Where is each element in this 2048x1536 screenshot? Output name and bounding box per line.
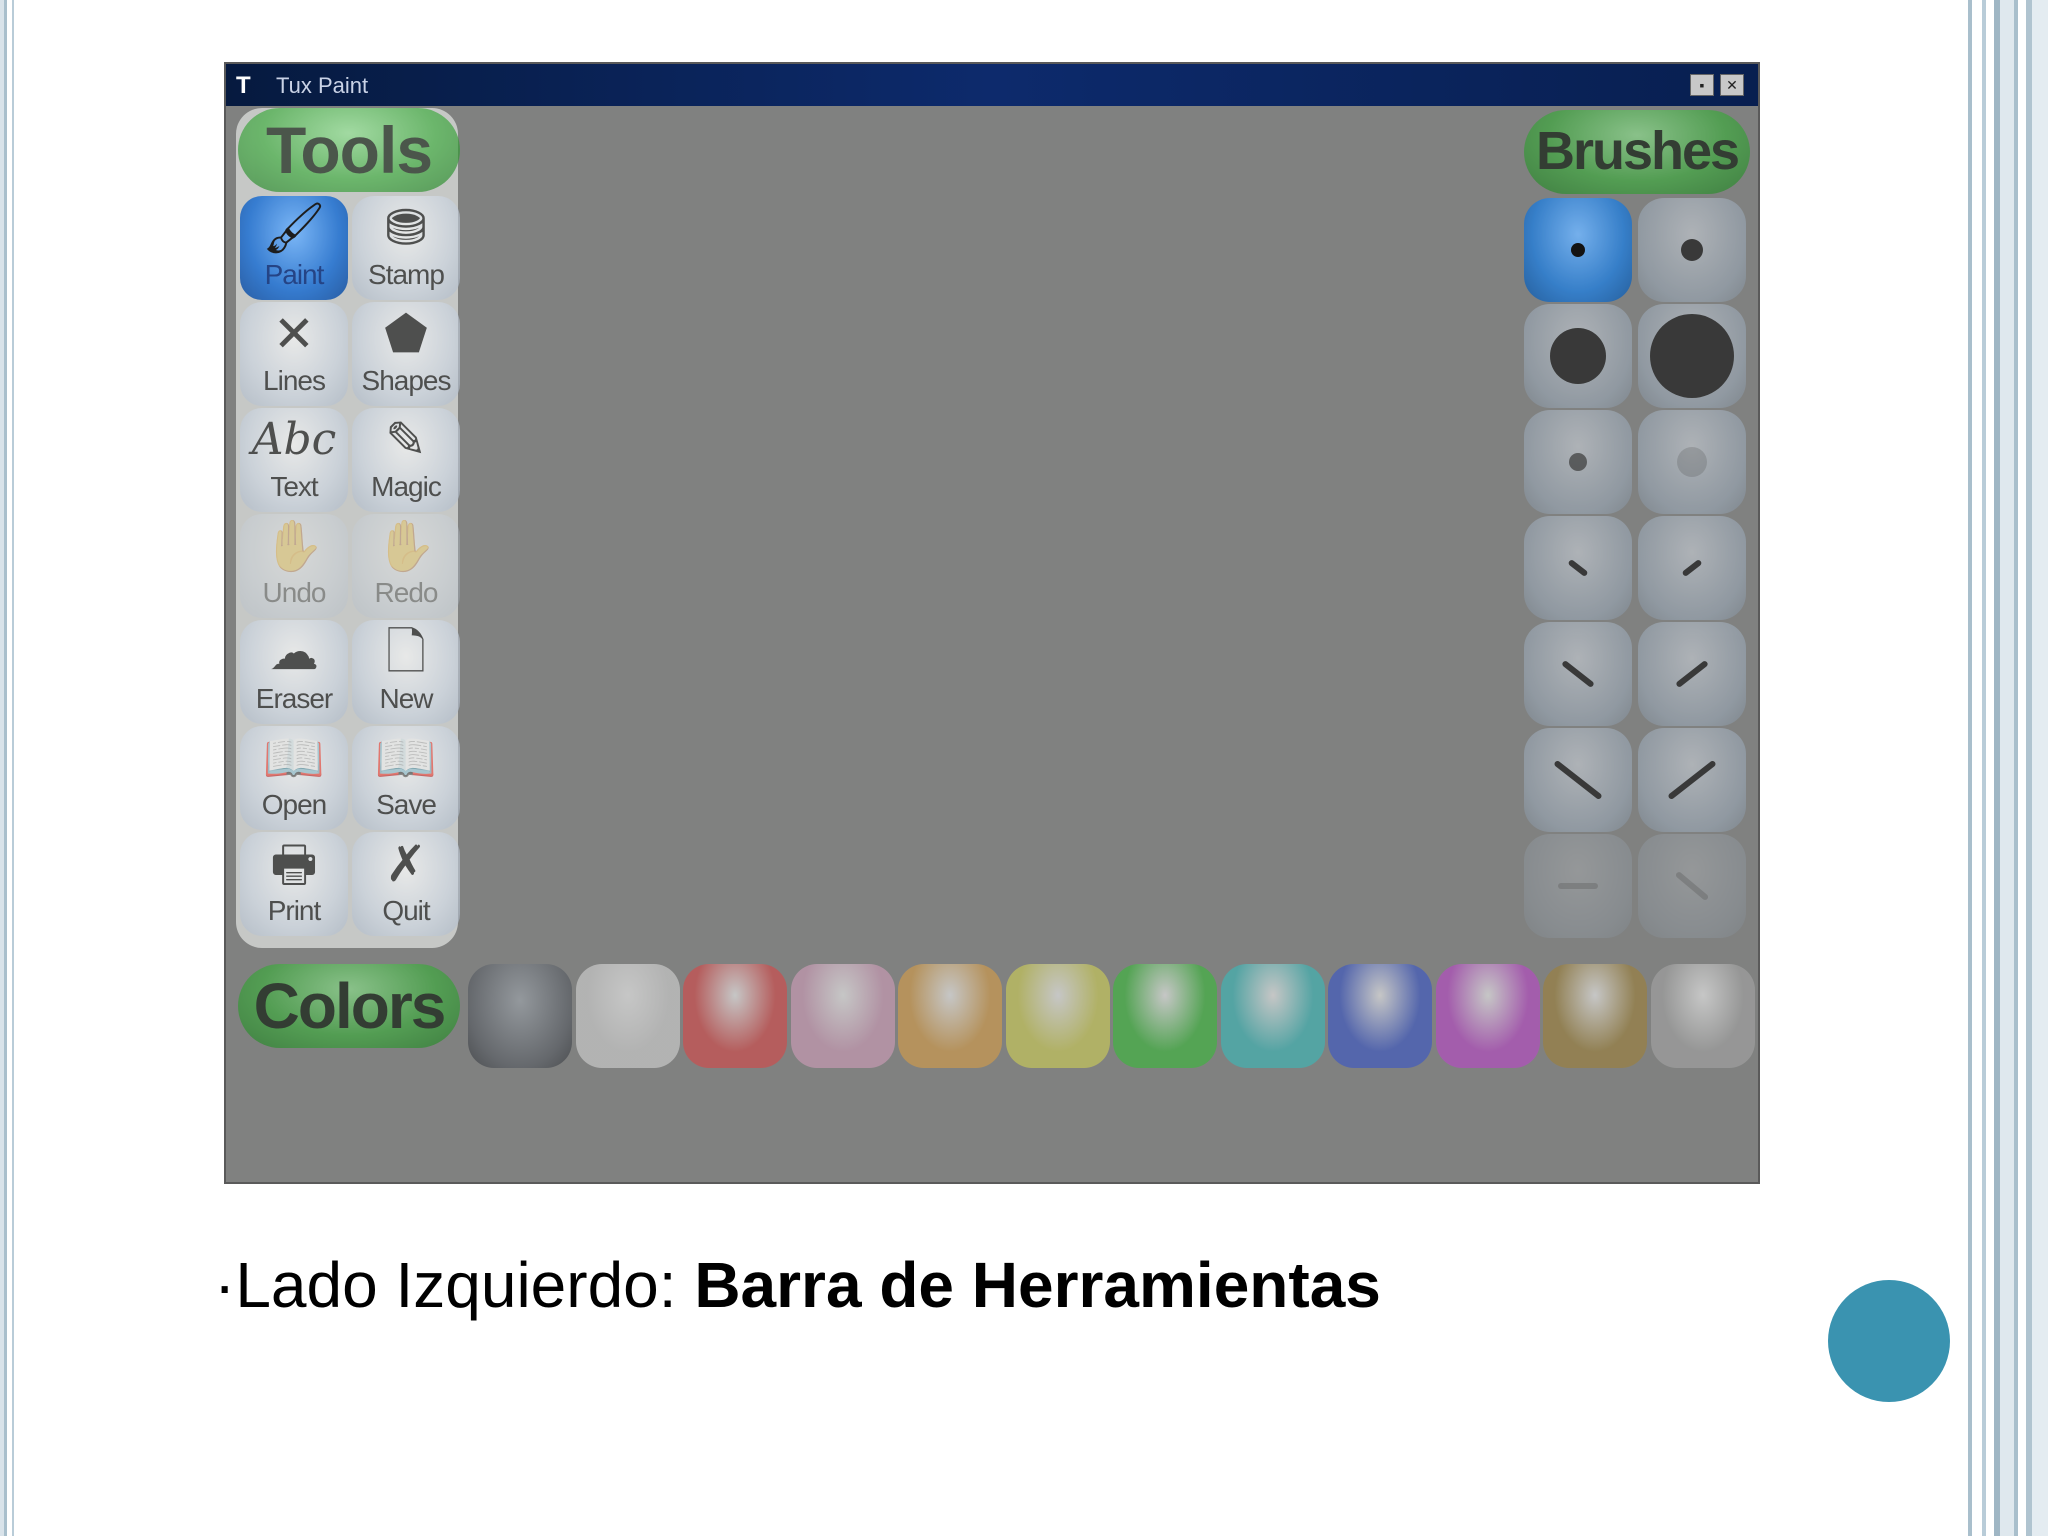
save-book-icon: 📖: [374, 730, 438, 786]
color-swatch-orange[interactable]: [898, 964, 1002, 1068]
color-swatch-green[interactable]: [1113, 964, 1217, 1068]
tool-label: Lines: [263, 365, 326, 396]
open-book-icon: 📖: [262, 730, 326, 786]
minimize-button[interactable]: ▪: [1690, 74, 1714, 96]
brushes-title: Brushes: [1524, 110, 1750, 194]
tool-undo-button[interactable]: ✋ Undo: [240, 514, 348, 618]
tool-new-button[interactable]: 🗋 New: [352, 620, 460, 724]
tool-text-button[interactable]: Abc Text: [240, 408, 348, 512]
brush-stroke-icon: [1561, 659, 1595, 689]
new-page-icon: 🗋: [385, 624, 427, 680]
tool-label: Text: [270, 471, 318, 502]
tool-label: Stamp: [368, 259, 445, 290]
pentagon-icon: ⬟: [384, 306, 428, 362]
cross-brush-button[interactable]: [1638, 834, 1746, 938]
window-title: Tux Paint: [276, 73, 369, 98]
undo-icon: ✋: [262, 518, 326, 574]
tool-label: Eraser: [255, 683, 333, 714]
medium-slash-brush-button[interactable]: [1638, 622, 1746, 726]
tool-label: Undo: [262, 577, 327, 608]
tool-label: Magic: [371, 471, 442, 502]
slide-right-border: [1960, 0, 2048, 1536]
caption-emphasis: Barra de Herramientas: [694, 1249, 1381, 1321]
color-swatch-brown[interactable]: [1543, 964, 1647, 1068]
color-swatch-blue[interactable]: [1328, 964, 1432, 1068]
brush-stroke-icon: [1553, 759, 1603, 801]
small-backslash-brush-button[interactable]: [1524, 516, 1632, 620]
tool-redo-button[interactable]: ✋ Redo: [352, 514, 460, 618]
medium-backslash-brush-button[interactable]: [1524, 622, 1632, 726]
tool-shapes-button[interactable]: ⬟ Shapes: [352, 302, 460, 406]
tool-label: Open: [261, 789, 328, 820]
tux-paint-window: T Tux Paint ▪ ✕ Tools 🖌 Paint ⛃ Stamp ✕ Lines…: [224, 62, 1760, 1184]
drawing-canvas[interactable]: [466, 106, 1526, 996]
quit-x-icon: ✗: [385, 836, 427, 892]
caption-prefix: ·Lado Izquierdo:: [214, 1249, 695, 1321]
eraser-icon: ☁: [269, 624, 319, 680]
large-slash-brush-button[interactable]: [1638, 728, 1746, 832]
tux-icon: T: [236, 72, 251, 99]
tool-eraser-button[interactable]: ☁ Eraser: [240, 620, 348, 724]
color-swatch-white[interactable]: [575, 964, 680, 1068]
brush-dot-icon: [1681, 239, 1703, 261]
brush-dot-icon: [1571, 243, 1585, 257]
xlarge-dot-brush-button[interactable]: [1638, 304, 1746, 408]
tool-label: Print: [267, 895, 322, 926]
color-swatch-tux-color-picker[interactable]: [468, 964, 572, 1068]
tool-label: Save: [376, 789, 437, 820]
printer-icon: 🖶: [270, 836, 318, 892]
color-swatch-pink[interactable]: [790, 964, 895, 1068]
slide-caption: ·Lado Izquierdo: Barra de Herramientas: [214, 1248, 1381, 1322]
brush-stroke-icon: [1681, 558, 1703, 578]
tool-stamp-button[interactable]: ⛃ Stamp: [352, 196, 460, 300]
tool-paint-button[interactable]: 🖌 Paint: [240, 196, 348, 300]
tools-title: Tools: [238, 108, 460, 192]
brush-dot-icon: [1677, 447, 1707, 477]
color-swatch-grey[interactable]: [1650, 964, 1755, 1068]
small-slash-brush-button[interactable]: [1638, 516, 1746, 620]
color-swatch-yellow[interactable]: [1005, 964, 1110, 1068]
magic-wand-icon: ✎: [385, 412, 427, 468]
large-backslash-brush-button[interactable]: [1524, 728, 1632, 832]
slide-left-border: [0, 0, 22, 1536]
sparkle-icon: [1558, 883, 1598, 889]
brush-dot-icon: [1569, 453, 1587, 471]
tool-label: Redo: [374, 577, 439, 608]
text-abc-icon: Abc: [251, 414, 337, 465]
medium-dot-brush-button[interactable]: [1638, 198, 1746, 302]
brush-stroke-icon: [1675, 659, 1709, 689]
close-button[interactable]: ✕: [1720, 74, 1744, 96]
brush-dot-icon: [1650, 314, 1734, 398]
paintbrush-icon: 🖌: [262, 200, 326, 256]
brush-stroke-icon: [1667, 759, 1717, 801]
sparkle-brush-button[interactable]: [1524, 834, 1632, 938]
tool-label: Quit: [382, 895, 430, 926]
tool-open-button[interactable]: 📖 Open: [240, 726, 348, 830]
tool-print-button[interactable]: 🖶 Print: [240, 832, 348, 936]
tool-label: New: [379, 683, 433, 714]
colors-title: Colors: [238, 964, 460, 1048]
cross-icon: [1674, 870, 1710, 902]
fuzzy-large-brush-button[interactable]: [1638, 410, 1746, 514]
color-swatch-cyan[interactable]: [1220, 964, 1325, 1068]
tool-save-button[interactable]: 📖 Save: [352, 726, 460, 830]
tool-label: Shapes: [361, 365, 452, 396]
large-dot-brush-button[interactable]: [1524, 304, 1632, 408]
tool-lines-button[interactable]: ✕ Lines: [240, 302, 348, 406]
fuzzy-small-brush-button[interactable]: [1524, 410, 1632, 514]
slide-accent-dot: [1828, 1280, 1950, 1402]
window-titlebar[interactable]: T Tux Paint ▪ ✕: [226, 64, 1758, 106]
lines-icon: ✕: [273, 306, 315, 362]
brush-stroke-icon: [1567, 558, 1589, 578]
brush-dot-icon: [1550, 328, 1606, 384]
tool-quit-button[interactable]: ✗ Quit: [352, 832, 460, 936]
color-swatch-purple[interactable]: [1435, 964, 1540, 1068]
small-dot-brush-button[interactable]: [1524, 198, 1632, 302]
stamp-icon: ⛃: [385, 200, 427, 256]
tool-magic-button[interactable]: ✎ Magic: [352, 408, 460, 512]
color-swatch-red[interactable]: [683, 964, 787, 1068]
tool-label: Paint: [264, 259, 325, 290]
redo-icon: ✋: [374, 518, 438, 574]
